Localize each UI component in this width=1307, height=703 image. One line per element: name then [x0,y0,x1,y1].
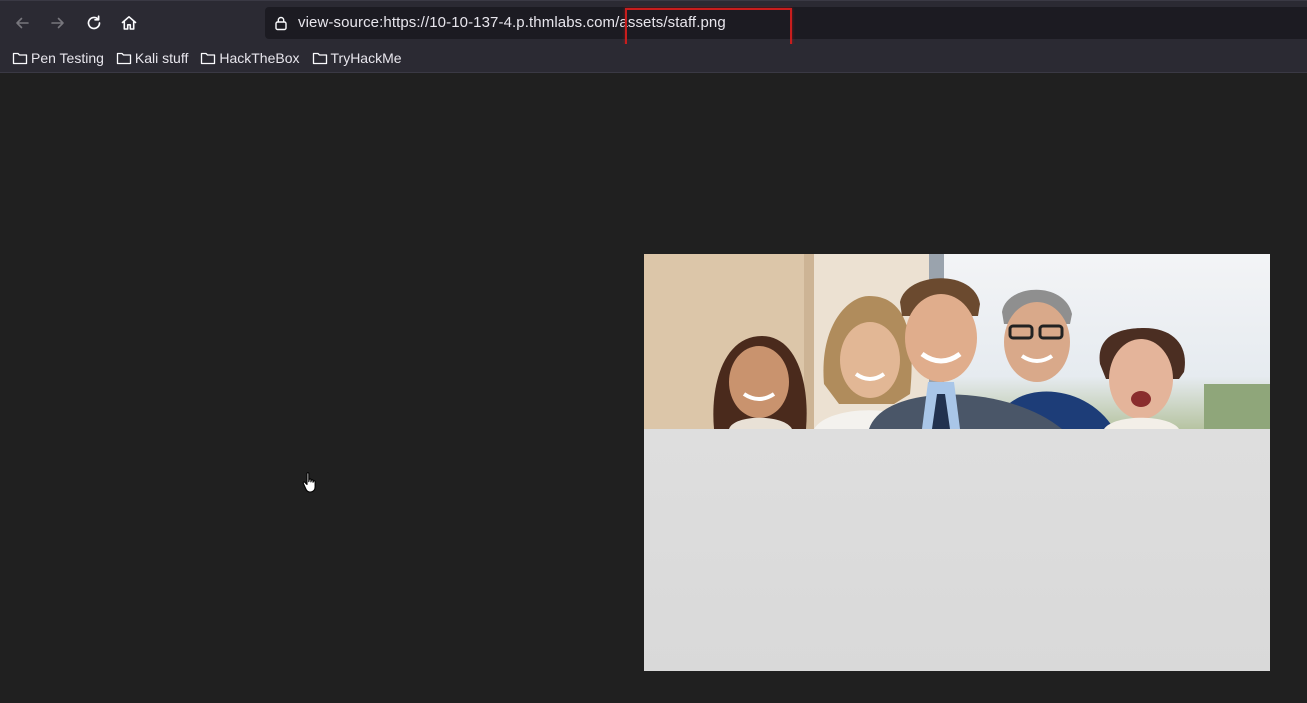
folder-icon [201,52,216,65]
staff-photo [644,254,1270,429]
bookmark-label: TryHackMe [330,50,402,66]
folder-icon [12,52,28,65]
url-text[interactable]: view-source:https://10-10-137-4.p.thmlab… [298,14,726,31]
navigation-toolbar: view-source:https://10-10-137-4.p.thmlab… [0,0,1307,44]
browser-window: view-source:https://10-10-137-4.p.thmlab… [0,0,1307,703]
folder-icon [116,52,132,65]
home-button[interactable] [114,8,144,38]
image-blank-area [644,429,1270,671]
bookmark-label: HackTheBox [219,50,300,66]
arrow-right-icon [51,17,64,29]
hand-cursor-icon [302,472,316,493]
bookmark-label: Kali stuff [134,50,189,66]
bookmark-kali-stuff[interactable]: Kali stuff [113,46,191,70]
folder-icon [312,52,327,65]
staff-image[interactable] [644,254,1270,671]
reload-button[interactable] [79,8,109,38]
home-icon [121,16,137,30]
bookmark-tryhackme[interactable]: TryHackMe [309,46,405,70]
bookmark-pen-testing[interactable]: Pen Testing [9,46,107,70]
reload-icon [87,15,101,30]
arrow-left-icon [16,17,29,29]
forward-button[interactable] [43,8,73,38]
bookmark-label: Pen Testing [31,50,104,66]
back-button[interactable] [7,8,37,38]
lock-icon[interactable] [273,15,289,31]
bookmark-hackthebox[interactable]: HackTheBox [197,46,302,70]
address-bar[interactable]: view-source:https://10-10-137-4.p.thmlab… [265,7,1307,39]
page-content [0,73,1307,703]
bookmarks-toolbar: Pen Testing Kali stuff HackTheBox TryHac… [0,44,1307,73]
